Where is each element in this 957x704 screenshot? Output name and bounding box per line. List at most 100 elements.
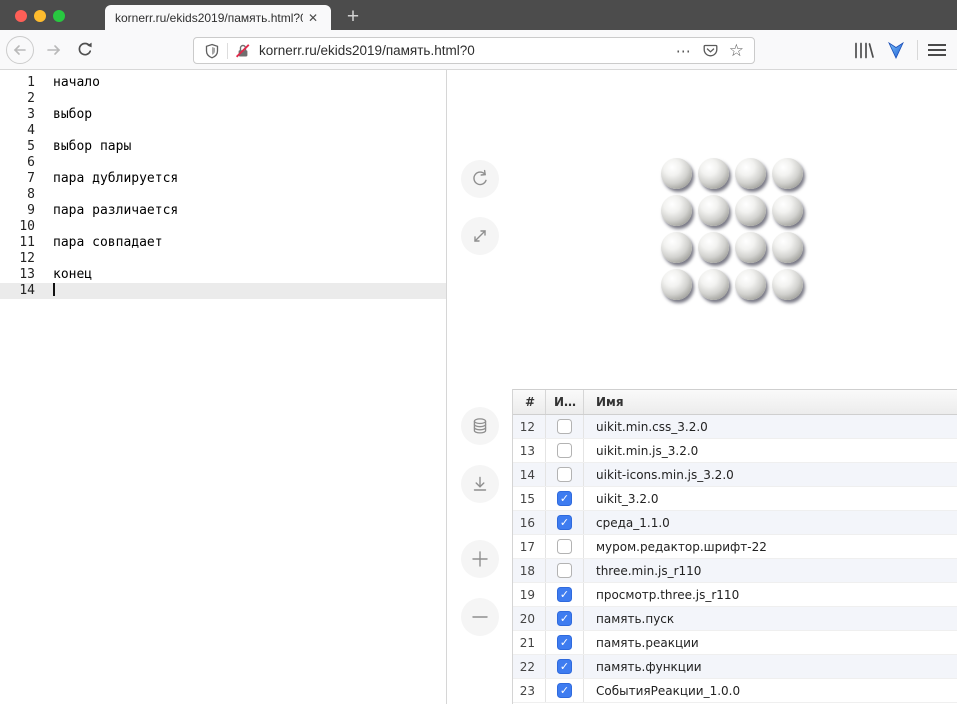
table-row[interactable]: 13uikit.min.js_3.2.0 bbox=[513, 439, 957, 463]
tab-bar: kornerr.ru/ekids2019/память.html?0 ✕ + bbox=[0, 0, 957, 30]
toolbar-separator bbox=[917, 40, 918, 60]
plus-icon bbox=[469, 548, 491, 570]
expand-icon bbox=[469, 225, 491, 247]
refresh-icon bbox=[469, 168, 491, 190]
header-used[interactable]: И… bbox=[546, 390, 584, 414]
back-button[interactable] bbox=[6, 36, 34, 64]
forward-arrow-icon bbox=[44, 41, 64, 59]
pocket-icon[interactable] bbox=[702, 42, 719, 59]
used-checkbox[interactable]: ✓ bbox=[557, 611, 572, 626]
line-text: конец bbox=[53, 267, 92, 282]
editor-line[interactable]: 1начало bbox=[0, 75, 446, 91]
bookmark-star-icon[interactable]: ☆ bbox=[729, 42, 744, 59]
sphere[interactable] bbox=[772, 158, 803, 189]
zoom-window-button[interactable] bbox=[53, 10, 65, 22]
table-row[interactable]: 14uikit-icons.min.js_3.2.0 bbox=[513, 463, 957, 487]
used-checkbox[interactable] bbox=[557, 467, 572, 482]
table-row[interactable]: 16✓среда_1.1.0 bbox=[513, 511, 957, 535]
row-index: 12 bbox=[513, 415, 546, 438]
sphere[interactable] bbox=[735, 195, 766, 226]
restart-button[interactable] bbox=[461, 160, 499, 198]
used-checkbox[interactable] bbox=[557, 419, 572, 434]
tracking-protection-shield-icon[interactable] bbox=[204, 43, 220, 59]
used-checkbox[interactable]: ✓ bbox=[557, 587, 572, 602]
sphere[interactable] bbox=[772, 269, 803, 300]
row-checkbox-cell bbox=[546, 415, 584, 438]
table-row[interactable]: 12uikit.min.css_3.2.0 bbox=[513, 415, 957, 439]
editor-line[interactable]: 8 bbox=[0, 187, 446, 203]
storage-button[interactable] bbox=[461, 407, 499, 445]
new-tab-button[interactable]: + bbox=[340, 4, 366, 30]
extension-icon[interactable] bbox=[887, 40, 905, 60]
menu-icon[interactable] bbox=[928, 44, 946, 56]
reload-button[interactable] bbox=[76, 41, 94, 59]
sphere[interactable] bbox=[735, 269, 766, 300]
table-row[interactable]: 21✓память.реакции bbox=[513, 631, 957, 655]
back-arrow-icon bbox=[11, 41, 29, 59]
editor-lines: 1начало23выбор45выбор пары67пара дублиру… bbox=[0, 75, 446, 299]
table-row[interactable]: 18three.min.js_r110 bbox=[513, 559, 957, 583]
header-name[interactable]: Имя bbox=[584, 395, 957, 409]
sphere[interactable] bbox=[661, 158, 692, 189]
sphere[interactable] bbox=[772, 232, 803, 263]
header-index[interactable]: # bbox=[513, 390, 546, 414]
sphere[interactable] bbox=[698, 158, 729, 189]
table-row[interactable]: 22✓память.функции bbox=[513, 655, 957, 679]
sphere[interactable] bbox=[735, 232, 766, 263]
minimize-window-button[interactable] bbox=[34, 10, 46, 22]
used-checkbox[interactable]: ✓ bbox=[557, 683, 572, 698]
sphere[interactable] bbox=[661, 269, 692, 300]
file-name: среда_1.1.0 bbox=[584, 516, 957, 530]
editor-line[interactable]: 2 bbox=[0, 91, 446, 107]
download-button[interactable] bbox=[461, 465, 499, 503]
table-row[interactable]: 15✓uikit_3.2.0 bbox=[513, 487, 957, 511]
editor-line[interactable]: 7пара дублируется bbox=[0, 171, 446, 187]
editor-line[interactable]: 12 bbox=[0, 251, 446, 267]
editor-line[interactable]: 3выбор bbox=[0, 107, 446, 123]
tab-close-icon[interactable]: ✕ bbox=[303, 11, 323, 25]
page-actions-icon[interactable]: ⋯ bbox=[676, 42, 692, 60]
line-number: 2 bbox=[0, 91, 35, 107]
editor-line[interactable]: 6 bbox=[0, 155, 446, 171]
insecure-connection-icon[interactable] bbox=[235, 43, 251, 59]
sphere[interactable] bbox=[698, 269, 729, 300]
sphere[interactable] bbox=[772, 195, 803, 226]
sphere[interactable] bbox=[698, 232, 729, 263]
editor-line[interactable]: 14 bbox=[0, 283, 446, 299]
sphere[interactable] bbox=[735, 158, 766, 189]
text-cursor bbox=[53, 283, 55, 296]
editor-line[interactable]: 11пара совпадает bbox=[0, 235, 446, 251]
editor-line[interactable]: 10 bbox=[0, 219, 446, 235]
used-checkbox[interactable] bbox=[557, 563, 572, 578]
table-row[interactable]: 17муром.редактор.шрифт-22 bbox=[513, 535, 957, 559]
used-checkbox[interactable] bbox=[557, 443, 572, 458]
table-row[interactable]: 19✓просмотр.three.js_r110 bbox=[513, 583, 957, 607]
line-number: 8 bbox=[0, 187, 35, 203]
library-icon[interactable] bbox=[853, 42, 875, 59]
table-row[interactable]: 20✓память.пуск bbox=[513, 607, 957, 631]
close-window-button[interactable] bbox=[15, 10, 27, 22]
editor-line[interactable]: 9пара различается bbox=[0, 203, 446, 219]
used-checkbox[interactable]: ✓ bbox=[557, 515, 572, 530]
fullscreen-button[interactable] bbox=[461, 217, 499, 255]
sphere[interactable] bbox=[698, 195, 729, 226]
editor-line[interactable]: 5выбор пары bbox=[0, 139, 446, 155]
used-checkbox[interactable] bbox=[557, 539, 572, 554]
add-button[interactable] bbox=[461, 540, 499, 578]
table-row[interactable]: 23✓СобытияРеакции_1.0.0 bbox=[513, 679, 957, 703]
scene-viewport[interactable] bbox=[512, 70, 957, 389]
url-text[interactable]: kornerr.ru/ekids2019/память.html?0 bbox=[259, 43, 668, 58]
sphere[interactable] bbox=[661, 195, 692, 226]
code-editor[interactable]: 1начало23выбор45выбор пары67пара дублиру… bbox=[0, 70, 447, 704]
used-checkbox[interactable]: ✓ bbox=[557, 491, 572, 506]
used-checkbox[interactable]: ✓ bbox=[557, 635, 572, 650]
used-checkbox[interactable]: ✓ bbox=[557, 659, 572, 674]
file-name: three.min.js_r110 bbox=[584, 564, 957, 578]
forward-button[interactable] bbox=[44, 41, 64, 59]
sphere[interactable] bbox=[661, 232, 692, 263]
editor-line[interactable]: 4 bbox=[0, 123, 446, 139]
editor-line[interactable]: 13конец bbox=[0, 267, 446, 283]
active-tab[interactable]: kornerr.ru/ekids2019/память.html?0 ✕ bbox=[105, 5, 331, 30]
remove-button[interactable] bbox=[461, 598, 499, 636]
url-bar[interactable]: kornerr.ru/ekids2019/память.html?0 ⋯ ☆ bbox=[193, 37, 755, 64]
